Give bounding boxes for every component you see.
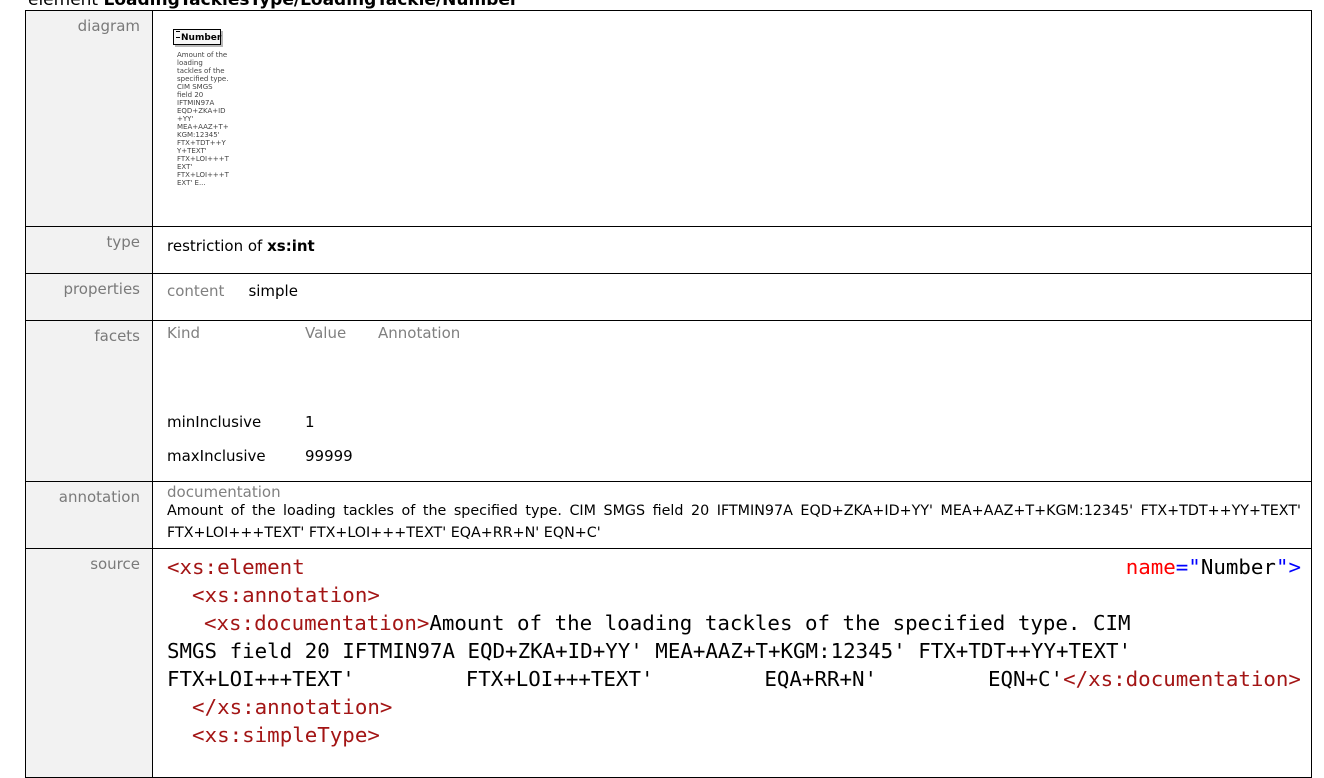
diagram-doc-snippet: Amount of the loading tackles of the spe…	[177, 51, 229, 187]
diagram-label: diagram	[25, 10, 153, 227]
source-tag: </xs:documentation>	[1063, 667, 1301, 691]
facet-value: 1	[305, 413, 315, 431]
property-value: simple	[248, 282, 298, 300]
source-row: source <xs:element name="Number"> <xs:an…	[25, 548, 1312, 778]
facets-table: Kind Value Annotation minInclusive 1 max…	[167, 325, 460, 477]
properties-row: properties content simple	[25, 273, 1312, 321]
annotation-text: Amount of the loading tackles of the spe…	[167, 503, 1301, 541]
annotation-label: annotation	[25, 481, 153, 549]
source-tag: </xs:annotation>	[192, 695, 393, 719]
facets-header: Kind Value Annotation	[167, 325, 460, 409]
element-box-name: Number	[181, 33, 222, 43]
source-line: SMGS field 20 IFTMIN97A EQD+ZKA+ID+YY' M…	[167, 639, 1132, 663]
facets-cell: Kind Value Annotation minInclusive 1 max…	[152, 320, 1312, 482]
properties-table: content simple	[167, 278, 298, 316]
property-key: content	[167, 282, 225, 300]
source-tag: <xs:element	[167, 555, 305, 579]
element-doc-table: diagram Number Amount of the loading tac…	[25, 10, 1312, 778]
facet-kind: minInclusive	[167, 413, 262, 431]
source-line: FTX+LOI+++TEXT' FTX+LOI+++TEXT' EQA+RR+N…	[167, 665, 1301, 693]
source-line: <xs:simpleType>	[167, 721, 1301, 749]
source-text: Amount of the loading tackles of the spe…	[429, 611, 1131, 635]
heading-prefix: element	[28, 0, 99, 10]
source-text: EQA+RR+N'	[764, 667, 878, 691]
source-text: FTX+LOI+++TEXT'	[465, 667, 654, 691]
source-text: EQN+C'	[987, 667, 1064, 691]
diagram-cell: Number Amount of the loading tackles of …	[152, 10, 1312, 227]
source-line: <xs:element name="Number">	[167, 553, 1301, 581]
source-code: <xs:element name="Number"> <xs:annotatio…	[152, 548, 1312, 778]
source-line: </xs:annotation>	[167, 693, 1301, 721]
facets-label: facets	[25, 320, 153, 482]
source-punct: ">	[1275, 555, 1301, 579]
facet-row: minInclusive 1	[167, 409, 460, 443]
source-line: <xs:annotation>	[167, 581, 1301, 609]
properties-cell: content simple	[152, 273, 1312, 321]
diagram-row: diagram Number Amount of the loading tac…	[25, 10, 1312, 227]
annotation-row: annotation documentation Amount of the l…	[25, 481, 1312, 549]
element-box[interactable]: Number	[173, 29, 221, 45]
properties-label: properties	[25, 273, 153, 321]
facets-header-value: Value	[305, 324, 347, 342]
heading-path: LoadingTacklesType/LoadingTackle/Number	[103, 0, 519, 10]
annotation-heading: documentation	[167, 483, 281, 501]
facets-header-annotation: Annotation	[378, 324, 461, 342]
type-base-link[interactable]: xs:int	[267, 237, 315, 255]
type-label: type	[25, 226, 153, 274]
source-line: <xs:documentation>Amount of the loading …	[167, 609, 1301, 637]
source-punct: ="	[1175, 555, 1201, 579]
source-tag: <xs:simpleType>	[192, 723, 380, 747]
source-attr: name	[1125, 555, 1176, 579]
type-value: restriction of xs:int	[152, 226, 1312, 274]
source-label: source	[25, 548, 153, 778]
source-text: FTX+LOI+++TEXT'	[167, 667, 355, 691]
source-tag: <xs:documentation>	[204, 611, 430, 635]
element-marker-icon	[176, 31, 180, 38]
facets-header-kind: Kind	[167, 324, 201, 342]
annotation-cell: documentation Amount of the loading tack…	[152, 481, 1312, 549]
source-tag: <xs:annotation>	[192, 583, 380, 607]
type-row: type restriction of xs:int	[25, 226, 1312, 274]
source-attr-value: Number	[1200, 555, 1276, 579]
facet-row: maxInclusive 99999	[167, 443, 460, 477]
type-prefix: restriction of	[167, 237, 263, 255]
facets-row: facets Kind Value Annotation minInclusiv…	[25, 320, 1312, 482]
facet-value: 99999	[305, 447, 353, 465]
facet-kind: maxInclusive	[167, 447, 266, 465]
